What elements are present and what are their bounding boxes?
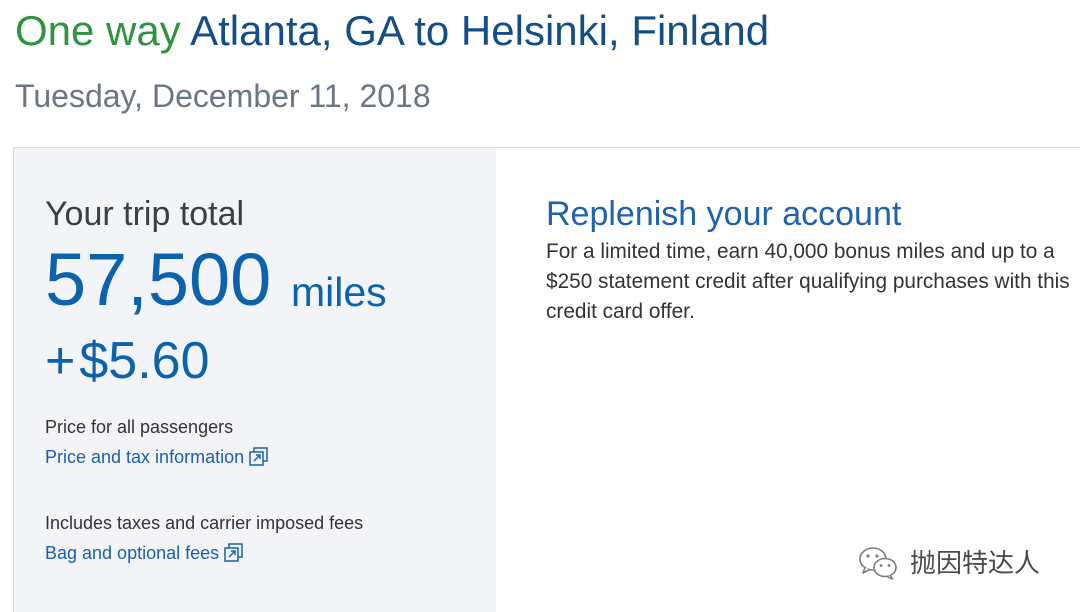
trip-total-panel: Your trip total 57,500 miles +$5.60 Pric…	[14, 148, 496, 612]
cash-amount-row: +$5.60	[45, 331, 210, 391]
external-link-icon[interactable]	[224, 543, 243, 562]
trip-total-heading: Your trip total	[45, 195, 245, 233]
watermark-text: 抛因特达人	[910, 548, 1041, 578]
trip-type-label: One way	[15, 7, 181, 54]
price-tax-info-link[interactable]: Price and tax information	[45, 442, 268, 472]
promo-heading: Replenish your account	[546, 195, 902, 233]
promo-body-line: credit card offer.	[546, 300, 695, 323]
external-link-icon[interactable]	[249, 447, 268, 466]
plus-sign: +	[45, 332, 76, 390]
promo-panel: Replenish your account For a limited tim…	[496, 148, 1080, 612]
route-label: Atlanta, GA to Helsinki, Finland	[190, 7, 770, 54]
cash-amount: $5.60	[79, 332, 210, 390]
miles-amount: 57,500	[45, 238, 272, 321]
bag-optional-fees-link[interactable]: Bag and optional fees	[45, 538, 243, 568]
fees-note: Includes taxes and carrier imposed fees	[45, 513, 364, 533]
wechat-icon	[858, 546, 898, 580]
promo-body-line: $250 statement credit after qualifying p…	[546, 270, 1070, 293]
price-tax-info-label[interactable]: Price and tax information	[45, 447, 244, 467]
page-title: One way Atlanta, GA to Helsinki, Finland	[15, 6, 769, 56]
promo-body-line: For a limited time, earn 40,000 bonus mi…	[546, 240, 1055, 263]
bag-optional-fees-label[interactable]: Bag and optional fees	[45, 543, 219, 563]
travel-date: Tuesday, December 11, 2018	[15, 78, 431, 114]
miles-unit: miles	[291, 269, 387, 315]
passengers-note: Price for all passengers	[45, 417, 234, 437]
promo-body: For a limited time, earn 40,000 bonus mi…	[546, 237, 1070, 327]
trip-summary-card: Your trip total 57,500 miles +$5.60 Pric…	[13, 147, 1080, 612]
